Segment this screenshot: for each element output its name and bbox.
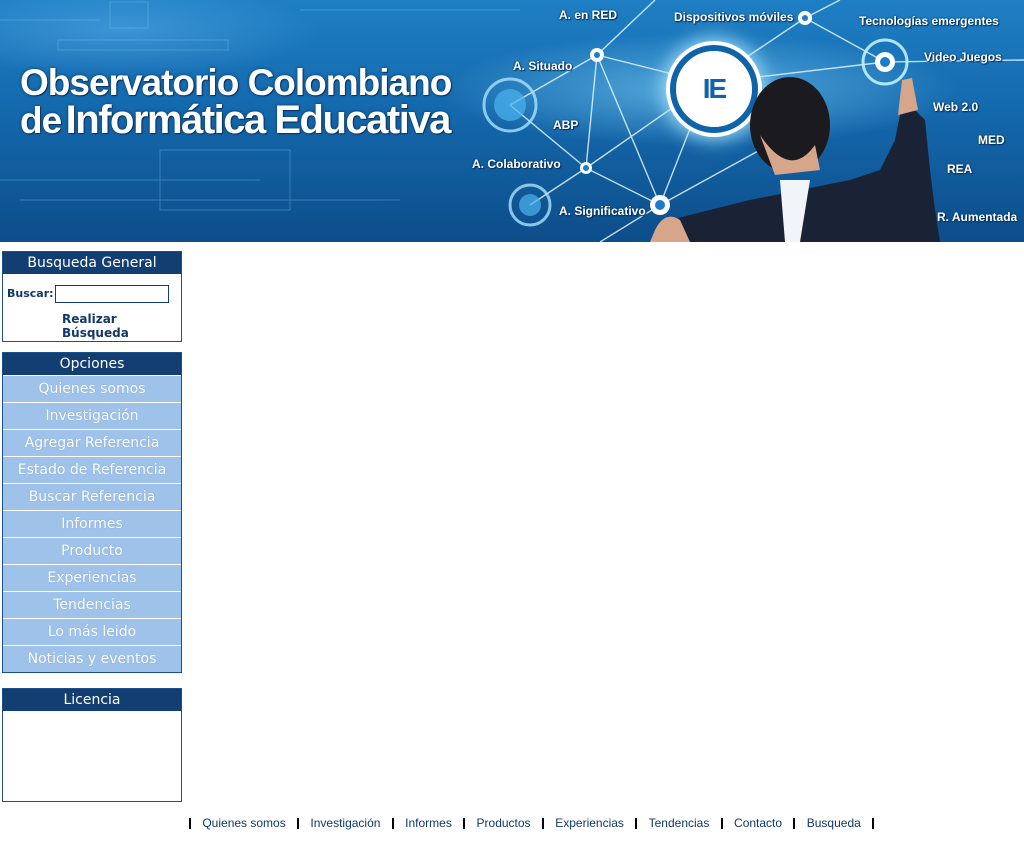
search-label: Buscar: [7, 287, 54, 300]
footer-separator [720, 818, 723, 830]
license-panel: Licencia [2, 688, 182, 802]
menu-item-experiencias[interactable]: Experiencias [3, 564, 181, 591]
footer-separator [793, 818, 796, 830]
footer-link-productos[interactable]: Productos [477, 816, 531, 830]
menu-item-agregar-referencia[interactable]: Agregar Referencia [3, 429, 181, 456]
tag-video-juegos: Video Juegos [924, 50, 1002, 64]
person-illustration [650, 77, 940, 242]
tag-rea: REA [947, 162, 973, 176]
footer-separator [541, 818, 544, 830]
tag-colaborativo: A. Colaborativo [472, 157, 561, 171]
menu-item-producto[interactable]: Producto [3, 537, 181, 564]
banner-title-prefix: de [20, 100, 62, 141]
footer-separator [189, 818, 191, 830]
tag-dispositivos: Dispositivos móviles [674, 10, 794, 24]
footer-separator [391, 818, 394, 830]
options-menu-title: Opciones [3, 353, 181, 375]
footer-link-busqueda[interactable]: Busqueda [807, 816, 861, 830]
footer-separator [463, 818, 466, 830]
header-banner: Observatorio Colombiano de Informática E… [0, 0, 1024, 242]
search-input[interactable] [55, 285, 169, 303]
footer-link-experiencias[interactable]: Experiencias [555, 816, 624, 830]
footer-nav: Quienes somos Investigación Informes Pro… [183, 816, 880, 830]
menu-item-estado-referencia[interactable]: Estado de Referencia [3, 456, 181, 483]
menu-item-quienes-somos[interactable]: Quienes somos [3, 375, 181, 402]
banner-title-main: Informática Educativa [65, 98, 452, 142]
tag-web20: Web 2.0 [933, 100, 979, 114]
menu-item-informes[interactable]: Informes [3, 510, 181, 537]
banner-title-line2: de Informática Educativa [20, 98, 452, 143]
tag-aumentada: R. Aumentada [937, 210, 1018, 224]
options-menu: Opciones Quienes somos Investigación Agr… [2, 352, 182, 673]
menu-item-lo-mas-leido[interactable]: Lo más leido [3, 618, 181, 645]
menu-item-noticias-eventos[interactable]: Noticias y eventos [3, 645, 181, 672]
footer-separator [297, 818, 300, 830]
footer-link-tendencias[interactable]: Tendencias [649, 816, 710, 830]
footer-link-contacto[interactable]: Contacto [734, 816, 782, 830]
tag-tecnologias: Tecnologías emergentes [859, 14, 999, 28]
license-panel-title: Licencia [3, 689, 181, 711]
footer-link-investigacion[interactable]: Investigación [310, 816, 380, 830]
search-submit-link[interactable]: Realizar Búsqueda [62, 312, 181, 340]
footer-separator [872, 818, 875, 830]
search-panel: Busqueda General Buscar: Realizar Búsque… [2, 251, 182, 342]
tag-abp: ABP [553, 118, 579, 132]
search-panel-title: Busqueda General [3, 252, 181, 274]
menu-item-investigacion[interactable]: Investigación [3, 402, 181, 429]
menu-item-tendencias[interactable]: Tendencias [3, 591, 181, 618]
footer-separator [635, 818, 638, 830]
tag-situado: A. Situado [513, 59, 573, 73]
footer-link-quienes-somos[interactable]: Quienes somos [202, 816, 285, 830]
tag-significativo: A. Significativo [559, 204, 646, 218]
tag-a-en-red: A. en RED [559, 8, 618, 22]
tag-med: MED [978, 133, 1005, 147]
footer-link-informes[interactable]: Informes [405, 816, 452, 830]
menu-item-buscar-referencia[interactable]: Buscar Referencia [3, 483, 181, 510]
